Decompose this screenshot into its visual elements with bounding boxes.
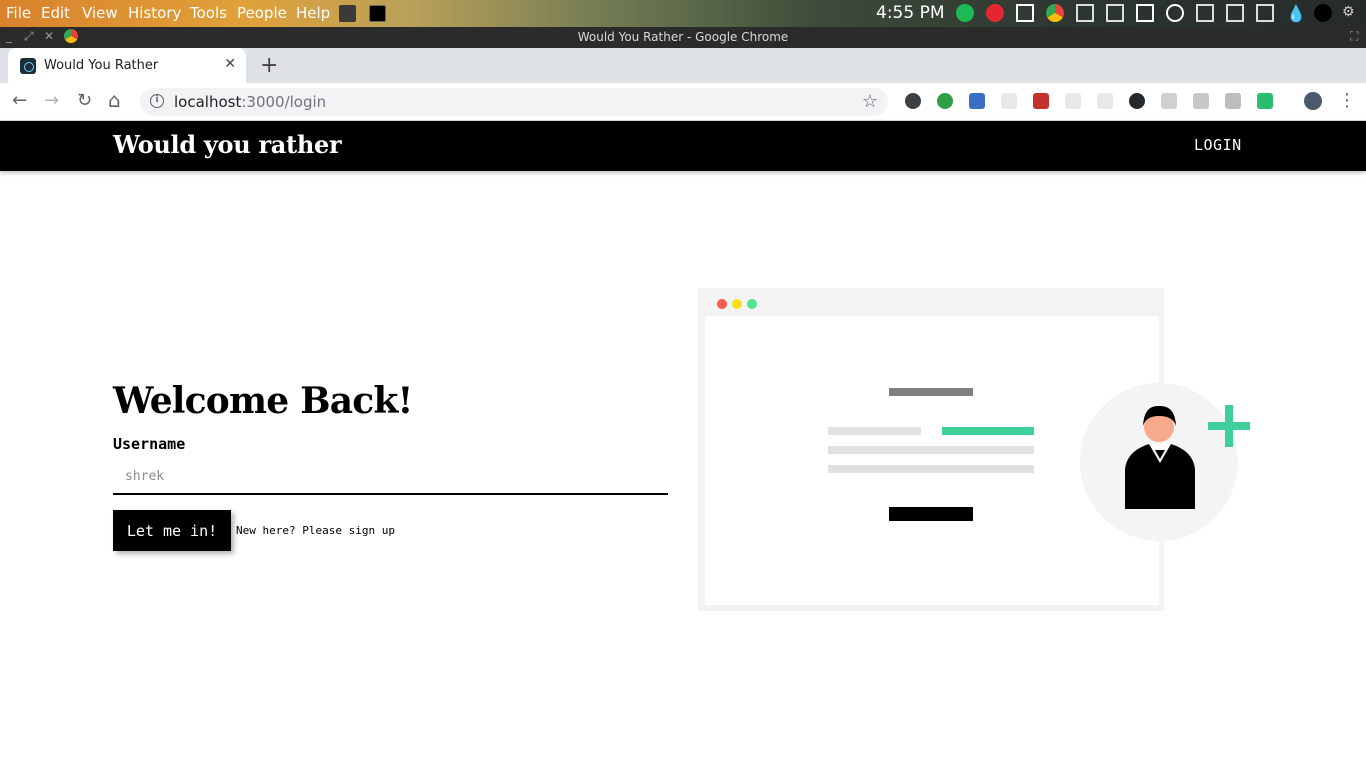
- upload-icon[interactable]: [1166, 4, 1184, 22]
- browser-toolbar: ← → ↻ ⌂ i localhost:3000/login ☆ ⋮: [0, 83, 1366, 121]
- extension-dots-icon[interactable]: [1001, 93, 1017, 109]
- url-text[interactable]: localhost:3000/login: [174, 93, 326, 111]
- os-top-bar: File Edit View History Tools People Help…: [0, 0, 1366, 27]
- extension-hand-icon[interactable]: [1161, 93, 1177, 109]
- copy-icon[interactable]: [1106, 4, 1124, 22]
- nav-login-link[interactable]: LOGIN: [1194, 136, 1242, 154]
- chrome-menu-icon[interactable]: ⋮: [1338, 90, 1356, 111]
- tab-would-you-rather[interactable]: Would You Rather ✕: [8, 48, 246, 83]
- tab-title: Would You Rather: [44, 58, 159, 73]
- os-menu-edit[interactable]: Edit: [41, 4, 70, 22]
- username-input[interactable]: [113, 460, 668, 495]
- os-menu-tools[interactable]: Tools: [190, 4, 227, 22]
- extension-gear-icon[interactable]: [1097, 93, 1113, 109]
- window-dot-red: [717, 299, 727, 309]
- os-menu-history[interactable]: History: [128, 4, 181, 22]
- window-title-bar: _ ⤢ ✕ Would You Rather - Google Chrome ⛶: [0, 27, 1366, 48]
- window-dot-yellow: [732, 299, 742, 309]
- github-icon[interactable]: [1129, 93, 1145, 109]
- stats-icon[interactable]: [1016, 4, 1034, 22]
- extension-n-icon[interactable]: [1193, 93, 1209, 109]
- window-icon[interactable]: [1136, 4, 1154, 22]
- profile-avatar[interactable]: [1304, 92, 1322, 110]
- signup-link[interactable]: New here? Please sign up: [236, 524, 395, 537]
- window-menu-icon[interactable]: ⛶: [1350, 29, 1358, 44]
- terminal-icon[interactable]: [369, 5, 386, 22]
- display-icon[interactable]: [1226, 4, 1244, 22]
- screen-icon[interactable]: [1196, 4, 1214, 22]
- extension-tree-icon[interactable]: [1065, 93, 1081, 109]
- back-button[interactable]: ←: [12, 90, 27, 111]
- os-menu-view[interactable]: View: [82, 4, 118, 22]
- battery-icon[interactable]: [1256, 4, 1274, 22]
- extension-green-icon[interactable]: [1257, 93, 1273, 109]
- os-menu-help[interactable]: Help: [296, 4, 330, 22]
- status-dot-icon[interactable]: [1314, 4, 1332, 22]
- new-tab-button[interactable]: +: [260, 53, 278, 78]
- spotify-icon[interactable]: [956, 4, 974, 22]
- brand-logo[interactable]: Would you rather: [113, 130, 342, 159]
- address-bar[interactable]: i localhost:3000/login ☆: [140, 88, 888, 116]
- window-title: Would You Rather - Google Chrome: [577, 30, 789, 44]
- home-button[interactable]: ⌂: [108, 88, 121, 112]
- extension-d-icon[interactable]: [937, 93, 953, 109]
- settings-icon[interactable]: ⚙: [1342, 4, 1360, 22]
- os-menu-people[interactable]: People: [237, 4, 287, 22]
- os-menu-file[interactable]: File: [6, 4, 31, 22]
- window-dot-green: [747, 299, 757, 309]
- reload-button[interactable]: ↻: [77, 90, 92, 111]
- login-illustration: [698, 288, 1250, 611]
- os-clock[interactable]: 4:55 PM: [876, 3, 945, 23]
- forward-button[interactable]: →: [44, 90, 59, 111]
- info-icon[interactable]: i: [150, 94, 164, 108]
- clipboard-icon[interactable]: [1076, 4, 1094, 22]
- app-navbar: Would you rather LOGIN: [0, 121, 1366, 171]
- extension-translate-icon[interactable]: [969, 93, 985, 109]
- chrome-tray-icon[interactable]: [1046, 4, 1064, 22]
- username-label: Username: [113, 435, 186, 453]
- opera-icon[interactable]: [986, 4, 1004, 22]
- dock-app-icon[interactable]: [339, 5, 356, 22]
- page-title: Welcome Back!: [113, 380, 413, 422]
- close-tab-icon[interactable]: ✕: [224, 56, 236, 72]
- bookmark-star-icon[interactable]: ☆: [862, 91, 878, 112]
- add-user-icon: [1080, 383, 1250, 541]
- login-button[interactable]: Let me in!: [113, 510, 231, 551]
- extension-red-icon[interactable]: [1033, 93, 1049, 109]
- extension-letter-d-icon[interactable]: [1225, 93, 1241, 109]
- droplet-icon[interactable]: 💧: [1286, 4, 1306, 23]
- tab-strip: Would You Rather ✕ +: [0, 48, 1366, 83]
- extension-w-icon[interactable]: [905, 93, 921, 109]
- react-favicon-icon: [20, 58, 36, 74]
